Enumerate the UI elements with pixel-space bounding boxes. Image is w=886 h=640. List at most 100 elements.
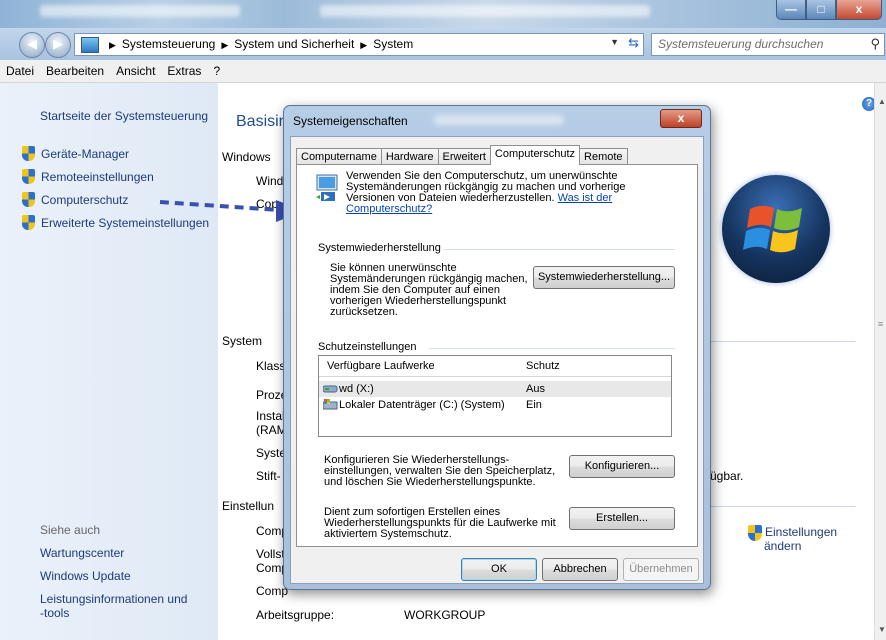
drive-name: wd (X:) — [339, 383, 374, 395]
menu-help[interactable]: ? — [207, 64, 226, 78]
sidebar-item-remote[interactable]: Remoteeinstellungen — [22, 169, 154, 184]
what-is-protection-link-cont[interactable]: Computerschutz? — [346, 204, 432, 215]
shield-icon — [22, 169, 35, 184]
sidebar-item-label: Computerschutz — [41, 192, 129, 207]
restore-group-label: Systemwiederherstellung — [318, 242, 441, 254]
back-button[interactable]: ◀ — [19, 32, 45, 58]
workgroup-label: Arbeitsgruppe: — [256, 608, 335, 622]
dialog-close-button[interactable]: x — [660, 109, 702, 128]
apply-button[interactable]: Übernehmen — [623, 558, 699, 581]
window-controls: — □ x — [776, 0, 882, 20]
restore-text: zurücksetzen. — [330, 306, 398, 318]
column-header-drives[interactable]: Verfügbare Laufwerke — [327, 360, 435, 372]
scrollbar[interactable]: ▲ ≡ ▼ — [874, 83, 886, 640]
tab-panel-computerschutz: Verwenden Sie den Computerschutz, um une… — [296, 164, 698, 547]
fullname-label: Vollst — [256, 547, 285, 561]
tab-hardware[interactable]: Hardware — [380, 148, 439, 165]
breadcrumb-item[interactable]: Systemsteuerung — [122, 37, 215, 51]
divider — [706, 341, 856, 342]
tab-strip: Computername Hardware Erweitert Computer… — [296, 145, 628, 165]
group-divider — [443, 249, 675, 250]
change-settings-link-cont[interactable]: ändern — [764, 539, 801, 553]
drive-protection-status: Aus — [526, 383, 545, 395]
drive-name: Lokaler Datenträger (C:) (System) — [339, 399, 505, 411]
link-leistungsinformationen-cont[interactable]: -tools — [40, 606, 69, 620]
maximize-button[interactable]: □ — [806, 0, 836, 20]
shield-icon — [22, 192, 35, 207]
forward-button[interactable]: ▶ — [45, 32, 71, 58]
column-header-protection[interactable]: Schutz — [526, 360, 560, 372]
list-item[interactable]: wd (X:) Aus — [319, 381, 671, 397]
link-leistungsinformationen[interactable]: Leistungsinformationen und — [40, 592, 187, 606]
cancel-button[interactable]: Abbrechen — [542, 558, 618, 581]
address-bar[interactable]: ▶ Systemsteuerung ▶ System und Sicherheit ▶ S… — [74, 33, 644, 56]
ram-label: Instal — [256, 409, 285, 423]
windows-logo — [722, 175, 830, 283]
refresh-icon[interactable]: ⇆ — [628, 35, 639, 51]
tab-computerschutz[interactable]: Computerschutz — [489, 145, 581, 165]
protection-group-label: Schutzeinstellungen — [318, 341, 417, 353]
what-is-protection-link[interactable]: Was ist der — [558, 192, 613, 204]
shield-icon — [748, 525, 762, 541]
see-also-heading: Siehe auch — [40, 523, 101, 537]
system-protection-icon — [316, 174, 338, 201]
section-windows: Windows — [222, 150, 271, 164]
shield-icon — [22, 215, 35, 230]
scroll-up-icon[interactable]: ▲ — [878, 97, 886, 106]
list-header: Verfügbare Laufwerke Schutz — [319, 356, 671, 377]
drive-protection-status: Ein — [526, 399, 542, 411]
sidebar-item-computerschutz[interactable]: Computerschutz — [22, 192, 128, 207]
edition-label: Wind — [256, 174, 284, 188]
close-button[interactable]: x — [836, 0, 882, 20]
list-item[interactable]: Lokaler Datenträger (C:) (System) Ein — [319, 397, 671, 413]
configure-text: und löschen Sie Wiederherstellungspunkte… — [324, 476, 536, 488]
search-placeholder: Systemsteuerung durchsuchen — [658, 37, 824, 51]
tab-computername[interactable]: Computername — [296, 148, 382, 165]
link-wartungscenter[interactable]: Wartungscenter — [40, 546, 124, 560]
ok-button[interactable]: OK — [461, 558, 537, 581]
dialog-title: Systemeigenschaften — [293, 114, 408, 128]
divider — [706, 506, 856, 507]
sidebar-item-label: Remoteeinstellungen — [41, 169, 154, 184]
sidebar-item-label: Geräte-Manager — [41, 146, 130, 161]
usb-drive-icon — [323, 385, 338, 393]
configure-button[interactable]: Konfigurieren... — [569, 455, 675, 478]
windows-flag-icon — [743, 205, 802, 253]
menu-datei[interactable]: Datei — [0, 64, 40, 78]
drives-list[interactable]: Verfügbare Laufwerke Schutz wd (X:) Aus — [318, 355, 672, 437]
tab-erweitert[interactable]: Erweitert — [437, 148, 491, 165]
section-system: System — [222, 334, 263, 348]
workgroup-value: WORKGROUP — [404, 608, 486, 622]
create-text: aktiviertem Systemschutz. — [324, 528, 452, 540]
create-button[interactable]: Erstellen... — [569, 507, 675, 530]
shield-icon — [22, 146, 35, 161]
menu-extras[interactable]: Extras — [161, 64, 207, 78]
systemtype-label: Syste — [256, 446, 287, 460]
scroll-down-icon[interactable]: ▼ — [878, 625, 886, 634]
blurred-title — [40, 5, 240, 17]
navigation-bar: ◀ ▶ ▶ Systemsteuerung ▶ System und Sicherhe… — [0, 28, 886, 60]
control-panel-icon — [81, 37, 99, 53]
breadcrumb-item[interactable]: System — [373, 37, 413, 51]
system-restore-button[interactable]: Systemwiederherstellung... — [533, 266, 675, 289]
system-properties-dialog: Systemeigenschaften x Computername Hardw… — [283, 105, 711, 590]
blurred-title — [434, 115, 564, 125]
link-windows-update[interactable]: Windows Update — [40, 569, 131, 583]
system-drive-icon — [323, 399, 338, 410]
sidebar-home-link[interactable]: Startseite der Systemsteuerung — [40, 109, 208, 123]
menu-bar: Datei Bearbeiten Ansicht Extras ? — [0, 60, 886, 83]
scroll-grip[interactable]: ≡ — [878, 319, 883, 329]
search-input[interactable]: Systemsteuerung durchsuchen ⚲ — [651, 33, 885, 56]
search-icon[interactable]: ⚲ — [870, 36, 880, 52]
chevron-down-icon[interactable]: ▼ — [610, 37, 619, 47]
menu-bearbeiten[interactable]: Bearbeiten — [40, 64, 110, 78]
minimize-button[interactable]: — — [776, 0, 806, 20]
sidebar: Startseite der Systemsteuerung Geräte-Ma… — [0, 83, 218, 640]
breadcrumb-item[interactable]: System und Sicherheit — [234, 37, 354, 51]
page-title: Basisin — [236, 113, 288, 130]
sidebar-item-geraete-manager[interactable]: Geräte-Manager — [22, 146, 129, 161]
menu-ansicht[interactable]: Ansicht — [110, 64, 161, 78]
tab-remote[interactable]: Remote — [579, 148, 628, 165]
dialog-body: Computername Hardware Erweitert Computer… — [290, 136, 704, 584]
pen-label: Stift- — [256, 469, 281, 483]
